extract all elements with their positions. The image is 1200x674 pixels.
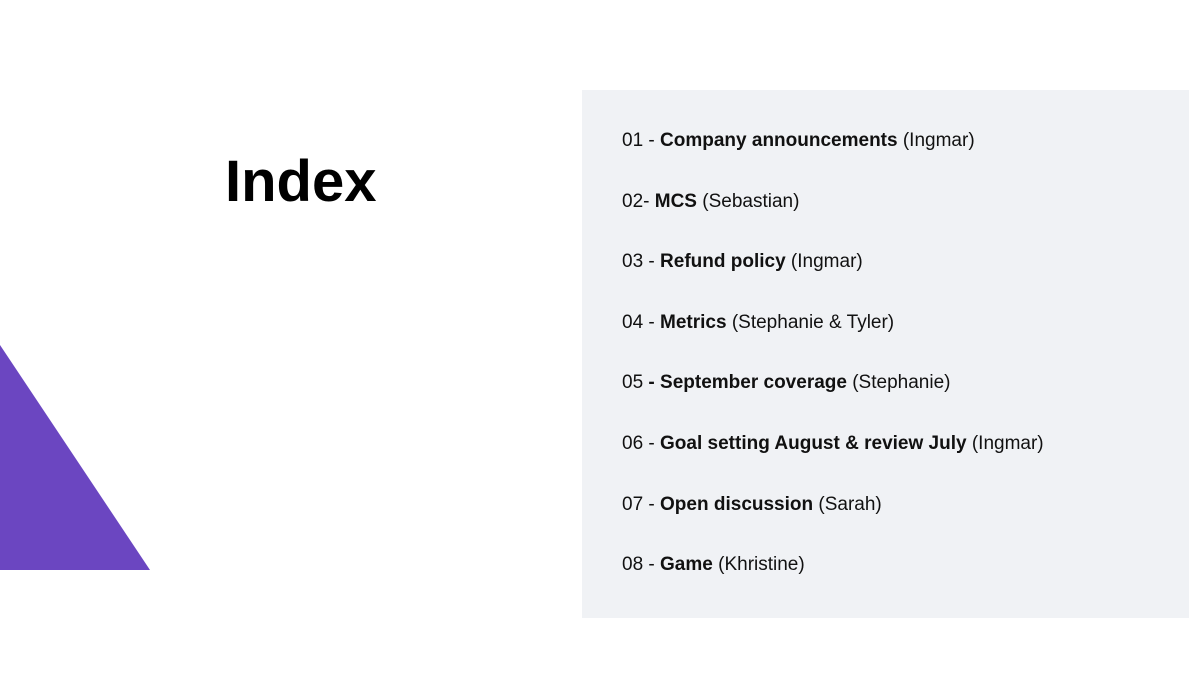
item-presenter: (Stephanie) bbox=[847, 372, 951, 393]
item-title: Metrics bbox=[660, 312, 727, 333]
item-presenter: (Khristine) bbox=[713, 554, 805, 575]
list-item: 08 - Game (Khristine) bbox=[622, 552, 1149, 579]
item-number: 02- bbox=[622, 191, 655, 212]
list-item: 02- MCS (Sebastian) bbox=[622, 189, 1149, 216]
item-title: Company announcements bbox=[660, 130, 898, 151]
item-number: 08 - bbox=[622, 554, 660, 575]
item-number: 05 bbox=[622, 372, 648, 393]
item-title: Goal setting August & review July bbox=[660, 433, 967, 454]
item-presenter: (Ingmar) bbox=[967, 433, 1044, 454]
item-number: 01 - bbox=[622, 130, 660, 151]
item-number: 06 - bbox=[622, 433, 660, 454]
item-title: Open discussion bbox=[660, 494, 813, 515]
item-number: 07 - bbox=[622, 494, 660, 515]
decorative-triangle bbox=[0, 345, 150, 570]
item-presenter: (Ingmar) bbox=[898, 130, 975, 151]
item-title: Game bbox=[660, 554, 713, 575]
page-title: Index bbox=[225, 148, 377, 215]
item-presenter: (Sebastian) bbox=[697, 191, 799, 212]
item-title: - September coverage bbox=[648, 372, 847, 393]
item-title: Refund policy bbox=[660, 251, 786, 272]
item-number: 04 - bbox=[622, 312, 660, 333]
list-item: 03 - Refund policy (Ingmar) bbox=[622, 249, 1149, 276]
index-panel: 01 - Company announcements (Ingmar) 02- … bbox=[582, 90, 1189, 618]
list-item: 06 - Goal setting August & review July (… bbox=[622, 431, 1149, 458]
list-item: 01 - Company announcements (Ingmar) bbox=[622, 128, 1149, 155]
list-item: 05 - September coverage (Stephanie) bbox=[622, 370, 1149, 397]
item-number: 03 - bbox=[622, 251, 660, 272]
list-item: 04 - Metrics (Stephanie & Tyler) bbox=[622, 310, 1149, 337]
item-title: MCS bbox=[655, 191, 697, 212]
item-presenter: (Ingmar) bbox=[786, 251, 863, 272]
list-item: 07 - Open discussion (Sarah) bbox=[622, 492, 1149, 519]
item-presenter: (Stephanie & Tyler) bbox=[727, 312, 895, 333]
item-presenter: (Sarah) bbox=[813, 494, 882, 515]
